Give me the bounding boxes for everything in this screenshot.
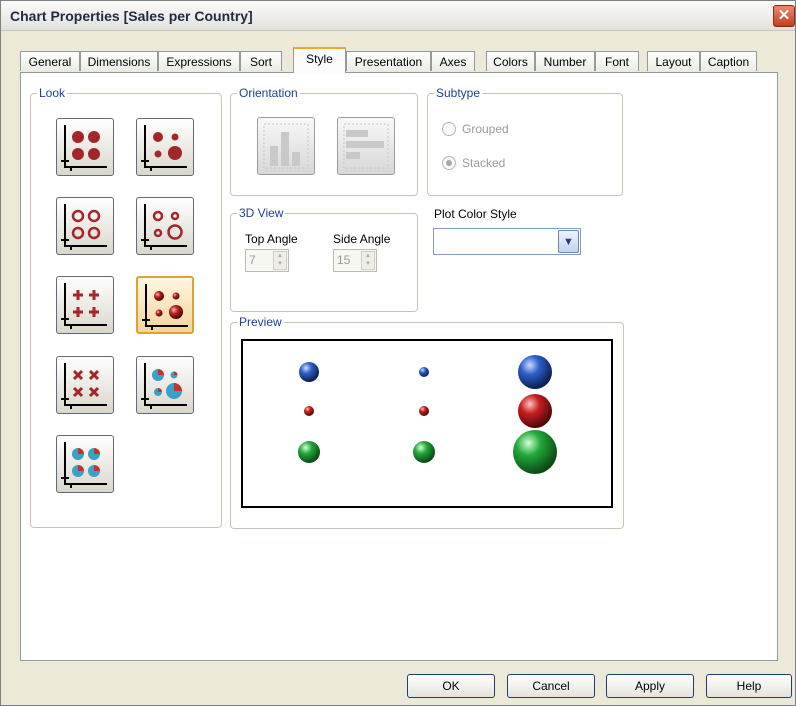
tab-colors[interactable]: Colors bbox=[486, 51, 535, 71]
side-angle-stepper[interactable]: 15 ▲ ▼ bbox=[333, 249, 377, 272]
preview-green-ball-1 bbox=[298, 441, 320, 463]
filled-dots-sized-icon bbox=[141, 125, 187, 171]
subtype-stacked-radio[interactable] bbox=[442, 156, 456, 170]
orientation-label: Orientation bbox=[237, 86, 300, 100]
tab-caption[interactable]: Caption bbox=[700, 51, 757, 71]
orientation-horizontal-button[interactable] bbox=[337, 117, 395, 175]
look-pie-bubbles-button[interactable] bbox=[56, 435, 114, 493]
vertical-bars-icon bbox=[263, 123, 309, 169]
chart-properties-dialog: Chart Properties [Sales per Country] ✕ G… bbox=[0, 0, 796, 706]
top-angle-stepper[interactable]: 7 ▲ ▼ bbox=[245, 249, 289, 272]
subtype-label: Subtype bbox=[434, 86, 483, 100]
tab-presentation[interactable]: Presentation bbox=[346, 51, 431, 71]
preview-bubbles bbox=[298, 355, 557, 474]
apply-button[interactable]: Apply bbox=[606, 674, 694, 698]
look-3d-balls-button[interactable] bbox=[136, 276, 194, 334]
ok-button[interactable]: OK bbox=[407, 674, 495, 698]
look-pie-bubbles-sized-button[interactable] bbox=[136, 356, 194, 414]
window-title: Chart Properties [Sales per Country] bbox=[10, 8, 253, 24]
orientation-vertical-button[interactable] bbox=[257, 117, 315, 175]
subtype-grouped-label: Grouped bbox=[462, 122, 509, 136]
subtype-grouped-radio[interactable] bbox=[442, 122, 456, 136]
look-x-markers-button[interactable] bbox=[56, 356, 114, 414]
side-angle-value: 15 bbox=[337, 253, 351, 267]
pie-bubbles-sized-icon bbox=[141, 363, 187, 409]
preview-red-ball-2 bbox=[419, 406, 429, 416]
title-bar: Chart Properties [Sales per Country] ✕ bbox=[1, 1, 795, 31]
preview-blue-ball-1 bbox=[299, 362, 319, 382]
plot-color-style-dropdown[interactable]: ▼ bbox=[433, 228, 581, 255]
tab-number[interactable]: Number bbox=[535, 51, 595, 71]
subtype-group: Subtype Grouped Stacked bbox=[427, 86, 623, 196]
x-markers-icon bbox=[61, 363, 107, 409]
preview-green-ball-3 bbox=[513, 430, 557, 474]
pie-bubbles-grid-icon bbox=[61, 442, 107, 488]
look-label: Look bbox=[37, 86, 68, 100]
ring-dots-grid-icon bbox=[61, 204, 107, 250]
plot-color-style-label: Plot Color Style bbox=[434, 207, 517, 221]
orientation-group: Orientation bbox=[230, 86, 418, 196]
preview-red-ball-3 bbox=[518, 394, 552, 428]
look-ring-dots-sized-button[interactable] bbox=[136, 197, 194, 255]
look-group: Look bbox=[30, 86, 222, 528]
top-angle-spin-icon[interactable]: ▲ ▼ bbox=[273, 251, 287, 270]
plus-markers-icon bbox=[61, 283, 107, 329]
chevron-down-icon[interactable]: ▼ bbox=[558, 230, 579, 253]
tab-general[interactable]: General bbox=[20, 51, 80, 71]
preview-canvas bbox=[241, 339, 613, 508]
preview-blue-ball-2 bbox=[419, 367, 429, 377]
horizontal-bars-icon bbox=[343, 123, 389, 169]
top-angle-value: 7 bbox=[249, 253, 256, 267]
close-button[interactable]: ✕ bbox=[773, 5, 795, 27]
look-filled-dots-sized-button[interactable] bbox=[136, 118, 194, 176]
tab-expressions[interactable]: Expressions bbox=[158, 51, 240, 71]
tab-dimensions[interactable]: Dimensions bbox=[80, 51, 158, 71]
tab-axes[interactable]: Axes bbox=[431, 51, 475, 71]
cancel-button[interactable]: Cancel bbox=[507, 674, 595, 698]
preview-group: Preview bbox=[230, 315, 624, 529]
preview-blue-ball-3 bbox=[518, 355, 552, 389]
3d-view-group: 3D View Top Angle 7 ▲ ▼ Side Angle 15 ▲ ▼ bbox=[230, 206, 418, 312]
tab-sort[interactable]: Sort bbox=[240, 51, 282, 71]
look-plus-markers-button[interactable] bbox=[56, 276, 114, 334]
3d-balls-icon bbox=[142, 284, 188, 330]
subtype-stacked-label: Stacked bbox=[462, 156, 506, 170]
style-tab-page: Look Orientation Subtype Grouped Stacked… bbox=[20, 72, 778, 661]
tab-font[interactable]: Font bbox=[595, 51, 639, 71]
3d-view-label: 3D View bbox=[237, 206, 286, 220]
tab-style[interactable]: Style bbox=[293, 47, 346, 73]
side-angle-spin-icon[interactable]: ▲ ▼ bbox=[361, 251, 375, 270]
preview-label: Preview bbox=[237, 315, 284, 329]
look-filled-dots-button[interactable] bbox=[56, 118, 114, 176]
tab-layout[interactable]: Layout bbox=[647, 51, 700, 71]
top-angle-label: Top Angle bbox=[245, 232, 298, 246]
filled-dots-grid-icon bbox=[61, 125, 107, 171]
side-angle-label: Side Angle bbox=[333, 232, 391, 246]
ring-dots-sized-icon bbox=[141, 204, 187, 250]
look-ring-dots-button[interactable] bbox=[56, 197, 114, 255]
preview-green-ball-2 bbox=[413, 441, 435, 463]
help-button[interactable]: Help bbox=[706, 674, 792, 698]
preview-red-ball-1 bbox=[304, 406, 314, 416]
